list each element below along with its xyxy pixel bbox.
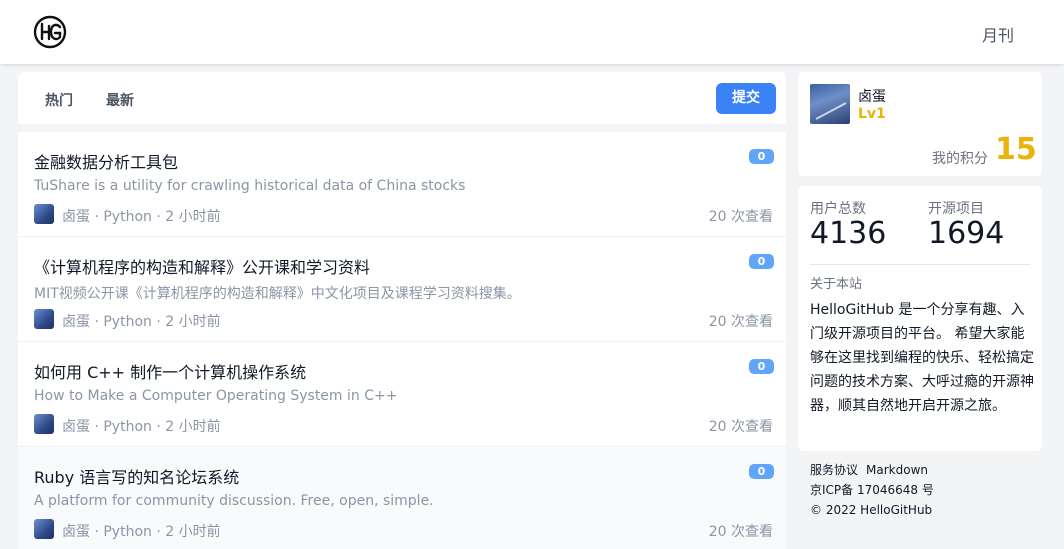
avatar[interactable] [34,519,54,539]
profile-name[interactable]: 卤蛋 [858,86,886,106]
profile-card: 卤蛋 Lv1 我的积分 15 [798,72,1042,176]
avatar[interactable] [34,204,54,224]
points-value: 15 [995,132,1037,167]
comment-count-badge: 0 [749,149,774,164]
list-item[interactable]: 如何用 C++ 制作一个计算机操作系统 0 How to Make a Comp… [18,342,786,447]
item-meta: 卤蛋 · Python · 2 小时前 [62,524,221,540]
about-text: HelloGitHub 是一个分享有趣、入门级开源项目的平台。 希望大家能够在这… [810,302,1034,414]
users-value: 4136 [810,216,887,251]
item-description: How to Make a Computer Operating System … [34,388,398,404]
top-navbar: 月刊 [0,0,1064,64]
item-meta: 卤蛋 · Python · 2 小时前 [62,419,221,435]
submit-button[interactable]: 提交 [716,83,776,114]
item-title[interactable]: 《计算机程序的构造和解释》公开课和学习资料 [34,254,370,278]
tab-latest[interactable]: 最新 [106,90,134,110]
item-views: 20 次查看 [708,524,773,540]
item-description: TuShare is a utility for crawling histor… [34,178,466,194]
item-title[interactable]: Ruby 语言写的知名论坛系统 [34,464,239,488]
tab-bar: 热门 最新 提交 [18,72,786,124]
item-views: 20 次查看 [708,419,773,435]
list-item[interactable]: 金融数据分析工具包 0 TuShare is a utility for cra… [18,132,786,237]
list-item[interactable]: 《计算机程序的构造和解释》公开课和学习资料 0 MIT视频公开课《计算机程序的构… [18,237,786,342]
comment-count-badge: 0 [749,359,774,374]
projects-value: 1694 [928,216,1005,251]
avatar[interactable] [810,84,850,124]
item-views: 20 次查看 [708,209,773,225]
divider [810,264,1030,265]
points-label: 我的积分 [932,151,988,167]
projects-label: 开源项目 [928,201,984,217]
item-description: MIT视频公开课《计算机程序的构造和解释》中文化项目及课程学习资料搜集。 [34,286,521,302]
profile-level: Lv1 [858,106,886,122]
avatar[interactable] [34,414,54,434]
item-meta: 卤蛋 · Python · 2 小时前 [62,209,221,225]
item-title[interactable]: 金融数据分析工具包 [34,149,178,173]
copyright: © 2022 HelloGitHub [810,503,933,517]
main-content: 热门 最新 提交 金融数据分析工具包 0 TuShare is a utilit… [18,72,786,549]
hellogithub-logo-icon[interactable] [33,15,67,49]
icp-link[interactable]: 京ICP备 17046648 号 [810,480,936,500]
markdown-link[interactable]: Markdown [866,463,928,477]
site-stats-card: 用户总数 4136 开源项目 1694 关于本站 HelloGitHub 是一个… [798,186,1042,451]
footer: 服务协议 Markdown 京ICP备 17046648 号 © 2022 Hel… [810,460,936,520]
item-meta: 卤蛋 · Python · 2 小时前 [62,314,221,330]
terms-link[interactable]: 服务协议 [810,463,858,477]
monthly-link[interactable]: 月刊 [982,22,1014,46]
list-item[interactable]: Ruby 语言写的知名论坛系统 0 A platform for communi… [18,447,786,549]
item-title[interactable]: 如何用 C++ 制作一个计算机操作系统 [34,359,306,383]
comment-count-badge: 0 [749,254,774,269]
avatar[interactable] [34,309,54,329]
users-label: 用户总数 [810,201,866,217]
about-label: 关于本站 [810,277,863,292]
item-views: 20 次查看 [708,314,773,330]
comment-count-badge: 0 [749,464,774,479]
tab-hot[interactable]: 热门 [45,90,73,110]
item-description: A platform for community discussion. Fre… [34,493,434,509]
